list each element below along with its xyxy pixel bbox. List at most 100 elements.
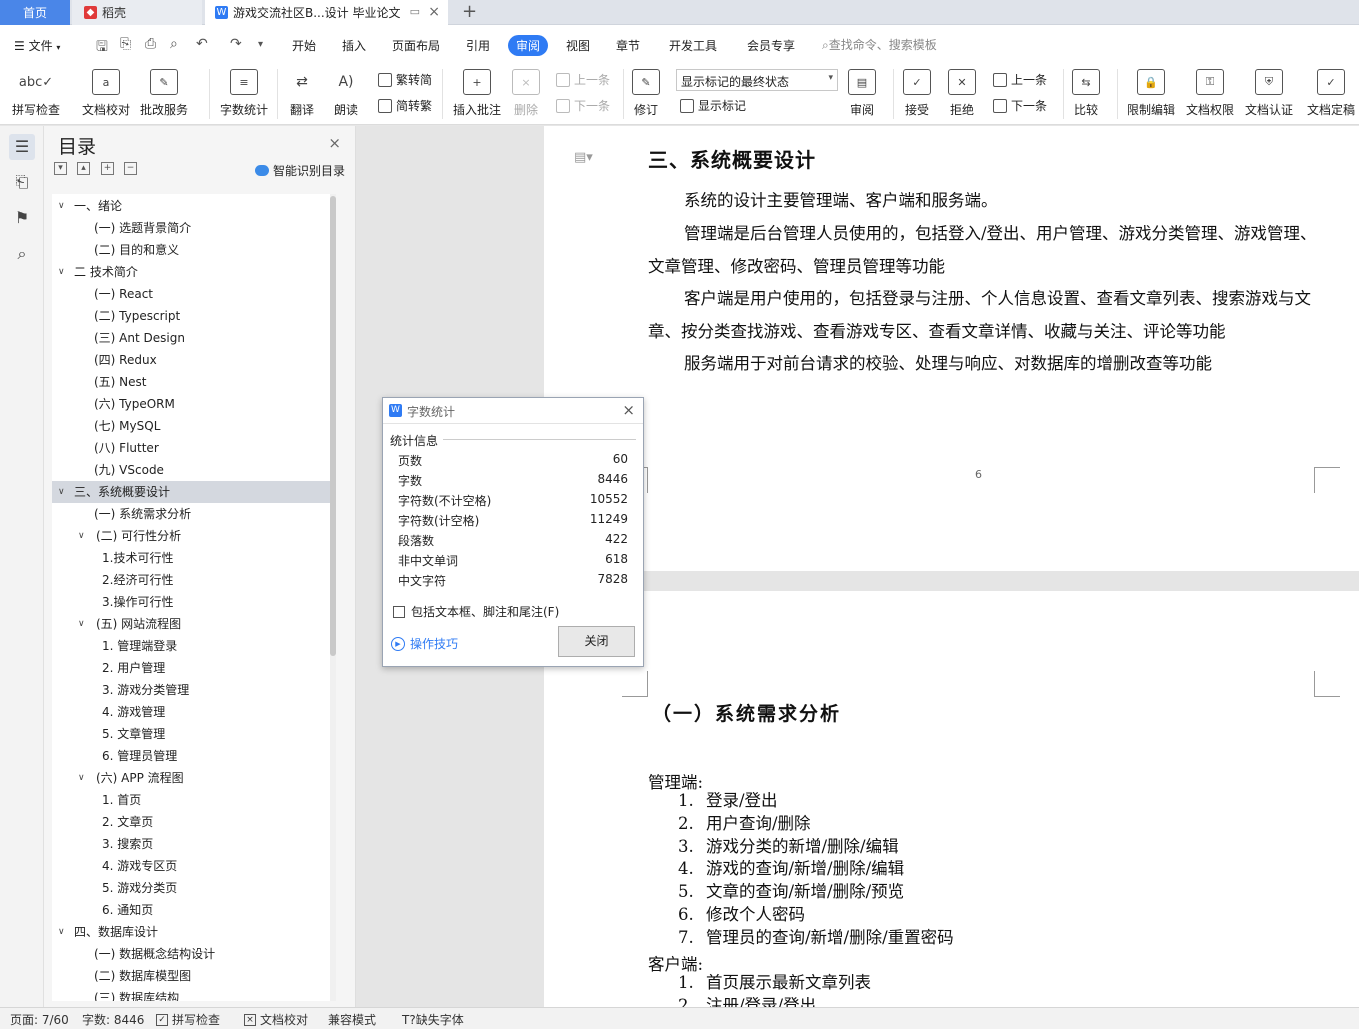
toc-item[interactable]: ∨ 二 技术简介: [52, 261, 330, 283]
doc-certify-button[interactable]: ⛨ 文档认证: [1245, 69, 1293, 118]
search-icon[interactable]: ⌕: [12, 244, 32, 264]
show-markup-button[interactable]: 显示标记: [680, 97, 746, 114]
restrict-edit-button[interactable]: 🔒 限制编辑: [1127, 69, 1175, 118]
toc-item[interactable]: ∨ 三、系统概要设计: [52, 481, 330, 503]
toc-item[interactable]: 1.技术可行性: [52, 547, 330, 569]
menu-chapter[interactable]: 章节: [616, 37, 640, 54]
expand-level-icon[interactable]: ▴: [77, 162, 90, 175]
batch-service-button[interactable]: ✎ 批改服务: [140, 69, 188, 118]
review-pane-button[interactable]: ▤ 审阅: [848, 69, 876, 118]
save-icon[interactable]: 🖫: [96, 36, 108, 60]
command-search[interactable]: ⌕查找命令、搜索模板: [822, 36, 937, 53]
spell-check-status[interactable]: ✓ 拼写检查: [156, 1011, 220, 1028]
chevron-down-icon[interactable]: ∨: [58, 195, 65, 217]
toc-scrollbar[interactable]: [330, 194, 336, 1001]
word-count-button[interactable]: ≡ 字数统计: [220, 69, 268, 118]
toc-item[interactable]: ∨ (二) 可行性分析: [52, 525, 330, 547]
toc-item[interactable]: (一) 系统需求分析: [52, 503, 330, 525]
accept-button[interactable]: ✓ 接受: [903, 69, 931, 118]
print-icon[interactable]: ⎙: [145, 36, 156, 52]
toc-item[interactable]: (一) 数据概念结构设计: [52, 943, 330, 965]
chevron-down-icon[interactable]: ∨: [78, 525, 85, 547]
close-tab-icon[interactable]: ×: [428, 4, 440, 20]
smart-toc-button[interactable]: 智能识别目录: [254, 162, 345, 179]
spell-check-button[interactable]: abc✓ 拼写检查: [12, 69, 60, 118]
toc-item[interactable]: 3. 游戏分类管理: [52, 679, 330, 701]
doc-finalize-button[interactable]: ✓ 文档定稿: [1307, 69, 1355, 118]
remove-heading-icon[interactable]: −: [124, 162, 137, 175]
print-preview-icon[interactable]: ⌕: [170, 36, 178, 52]
tab-home[interactable]: 首页: [0, 0, 70, 25]
insert-comment-button[interactable]: + 插入批注: [453, 69, 501, 118]
markup-state-select[interactable]: 显示标记的最终状态 ▾: [676, 69, 838, 91]
toc-item[interactable]: (九) VScode: [52, 459, 330, 481]
toc-item[interactable]: (三) 数据库结构: [52, 987, 330, 1001]
toc-item[interactable]: ∨ 一、绪论: [52, 195, 330, 217]
close-button[interactable]: 关闭: [558, 626, 635, 657]
toc-item[interactable]: 4. 游戏管理: [52, 701, 330, 723]
collapse-all-icon[interactable]: ▾: [54, 162, 67, 175]
menu-page-layout[interactable]: 页面布局: [392, 37, 440, 54]
chevron-down-icon[interactable]: ∨: [58, 481, 65, 503]
doc-permission-button[interactable]: ⚿ 文档权限: [1186, 69, 1234, 118]
file-menu[interactable]: ☰ 文件 ▾: [14, 37, 60, 54]
redo-icon[interactable]: ↷: [230, 36, 242, 52]
toc-item[interactable]: (四) Redux: [52, 349, 330, 371]
menu-member[interactable]: 会员专享: [747, 37, 795, 54]
translate-button[interactable]: ⇄ 翻译: [288, 69, 316, 118]
menu-insert[interactable]: 插入: [342, 37, 366, 54]
toc-item[interactable]: 3.操作可行性: [52, 591, 330, 613]
chevron-down-icon[interactable]: ∨: [78, 767, 85, 789]
export-pdf-icon[interactable]: ⎘: [120, 36, 131, 52]
toc-item[interactable]: 6. 管理员管理: [52, 745, 330, 767]
close-icon[interactable]: ×: [328, 134, 341, 152]
tab-document[interactable]: W 游戏交流社区B...设计 毕业论文 ▭ ×: [205, 0, 448, 25]
toc-item[interactable]: 2.经济可行性: [52, 569, 330, 591]
toc-item[interactable]: (六) TypeORM: [52, 393, 330, 415]
toc-panel-icon[interactable]: ☰: [9, 134, 35, 160]
revise-button[interactable]: ✎ 修订: [632, 69, 660, 118]
prev-comment-button[interactable]: 上一条: [556, 71, 610, 88]
menu-start[interactable]: 开始: [292, 37, 316, 54]
add-heading-icon[interactable]: +: [101, 162, 114, 175]
toc-item[interactable]: 2. 文章页: [52, 811, 330, 833]
simp-to-trad-button[interactable]: 简转繁: [378, 97, 432, 114]
reject-button[interactable]: ✕ 拒绝: [948, 69, 976, 118]
toc-item[interactable]: (一) React: [52, 283, 330, 305]
toc-item[interactable]: (二) Typescript: [52, 305, 330, 327]
chevron-down-icon[interactable]: ∨: [58, 261, 65, 283]
toc-scrollbar-thumb[interactable]: [330, 196, 336, 656]
chapter-nav-icon[interactable]: ⎗: [12, 172, 32, 192]
compare-button[interactable]: ⇆ 比较: [1072, 69, 1100, 118]
next-comment-button[interactable]: 下一条: [556, 97, 610, 114]
customize-toolbar-icon[interactable]: ▾: [258, 39, 263, 50]
toc-item[interactable]: (一) 选题背景简介: [52, 217, 330, 239]
tips-link[interactable]: ▶ 操作技巧: [391, 635, 458, 652]
toc-item[interactable]: 1. 首页: [52, 789, 330, 811]
chevron-down-icon[interactable]: ∨: [58, 921, 65, 943]
toc-item[interactable]: 6. 通知页: [52, 899, 330, 921]
toc-item[interactable]: 5. 游戏分类页: [52, 877, 330, 899]
close-icon[interactable]: ×: [622, 401, 635, 419]
menu-developer[interactable]: 开发工具: [669, 37, 717, 54]
toc-item[interactable]: (三) Ant Design: [52, 327, 330, 349]
delete-comment-button[interactable]: × 删除: [512, 69, 540, 118]
chevron-down-icon[interactable]: ∨: [78, 613, 85, 635]
dialog-titlebar[interactable]: W 字数统计 ×: [383, 398, 643, 424]
toc-item[interactable]: (八) Flutter: [52, 437, 330, 459]
toc-item[interactable]: 3. 搜索页: [52, 833, 330, 855]
toc-item[interactable]: 2. 用户管理: [52, 657, 330, 679]
tab-daoke[interactable]: ◆ 稻壳: [72, 0, 202, 25]
bookmark-icon[interactable]: ⚑: [12, 208, 32, 228]
undo-icon[interactable]: ↶: [196, 36, 208, 52]
toc-item[interactable]: 4. 游戏专区页: [52, 855, 330, 877]
missing-font-status[interactable]: T? 缺失字体: [402, 1011, 464, 1028]
toc-item[interactable]: (七) MySQL: [52, 415, 330, 437]
toc-item[interactable]: (五) Nest: [52, 371, 330, 393]
doc-proofread-status[interactable]: × 文档校对: [244, 1011, 308, 1028]
next-change-button[interactable]: 下一条: [993, 97, 1047, 114]
menu-view[interactable]: 视图: [566, 37, 590, 54]
toc-item[interactable]: ∨ (五) 网站流程图: [52, 613, 330, 635]
trad-to-simp-button[interactable]: 繁转简: [378, 71, 432, 88]
toc-item[interactable]: 5. 文章管理: [52, 723, 330, 745]
